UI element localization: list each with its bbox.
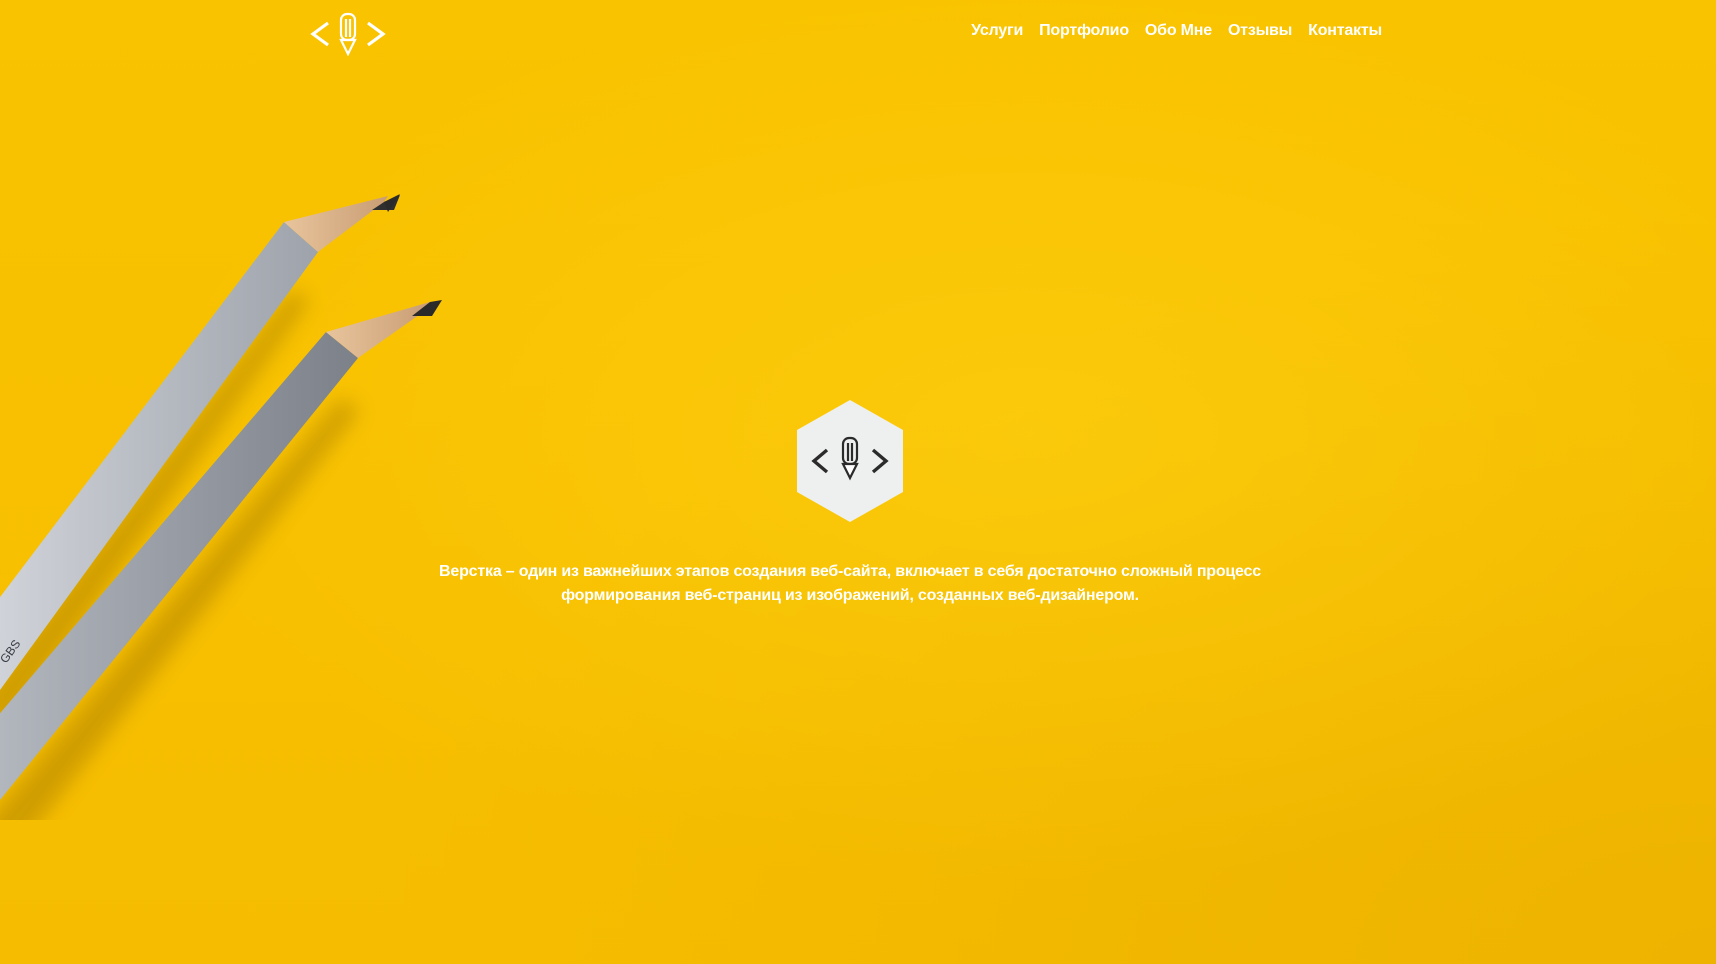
code-pencil-logo-icon[interactable] <box>308 10 388 56</box>
main-nav: Услуги Портфолио Обо Мне Отзывы Контакты <box>971 22 1382 40</box>
two-pencils-image: GBS <box>0 194 442 820</box>
nav-link-about[interactable]: Обо Мне <box>1145 22 1212 40</box>
hexagon-code-pencil-icon <box>797 400 903 522</box>
nav-link-portfolio[interactable]: Портфолио <box>1039 22 1129 40</box>
nav-link-services[interactable]: Услуги <box>971 22 1023 40</box>
nav-link-contacts[interactable]: Контакты <box>1308 22 1382 40</box>
hero-description: Верстка – один из важнейших этапов созда… <box>439 563 1261 604</box>
nav-link-reviews[interactable]: Отзывы <box>1228 22 1292 40</box>
site-header: Услуги Портфолио Обо Мне Отзывы Контакты <box>0 0 1716 70</box>
